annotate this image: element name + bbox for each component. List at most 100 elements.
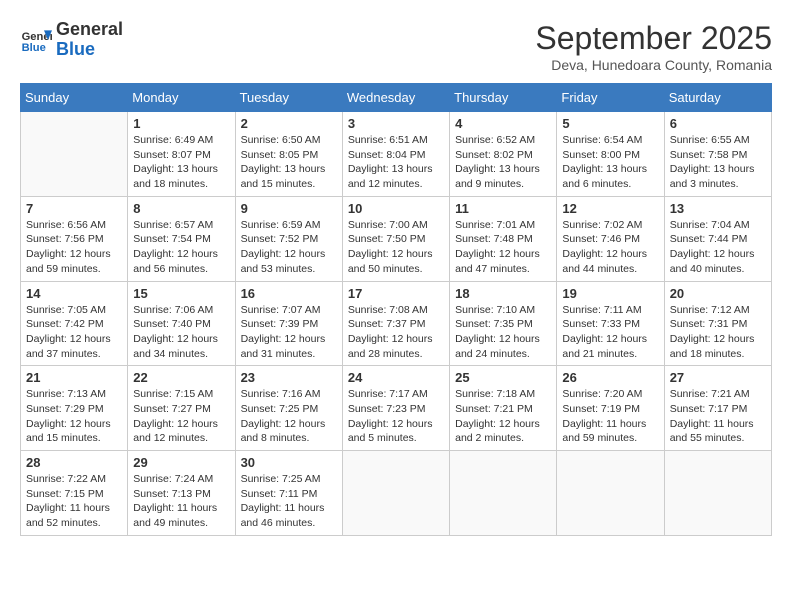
day-number: 22 (133, 370, 229, 385)
days-header-row: SundayMondayTuesdayWednesdayThursdayFrid… (21, 84, 772, 112)
day-info: Sunrise: 7:01 AM Sunset: 7:48 PM Dayligh… (455, 218, 551, 277)
calendar-cell: 30Sunrise: 7:25 AM Sunset: 7:11 PM Dayli… (235, 451, 342, 536)
calendar-cell (21, 112, 128, 197)
day-number: 24 (348, 370, 444, 385)
title-area: September 2025 Deva, Hunedoara County, R… (535, 20, 772, 73)
calendar-cell: 2Sunrise: 6:50 AM Sunset: 8:05 PM Daylig… (235, 112, 342, 197)
calendar-cell: 28 Sunrise: 7:22 AM Sunset: 7:15 PM Dayli… (21, 451, 128, 536)
day-info: Sunrise: 7:11 AM Sunset: 7:33 PM Dayligh… (562, 303, 658, 362)
day-number: 3 (348, 116, 444, 131)
day-info: Sunrise: 7:12 AM Sunset: 7:31 PM Dayligh… (670, 303, 766, 362)
calendar-cell (557, 451, 664, 536)
day-info: Sunrise: 6:51 AM Sunset: 8:04 PM Dayligh… (348, 133, 444, 192)
day-number: 11 (455, 201, 551, 216)
logo-text: General Blue (56, 20, 123, 60)
day-number: 26 (562, 370, 658, 385)
calendar-cell: 13 Sunrise: 7:04 AM Sunset: 7:44 PM Dayli… (664, 196, 771, 281)
day-info: Sunrise: 7:07 AM Sunset: 7:39 PM Dayligh… (241, 303, 337, 362)
day-number: 12 (562, 201, 658, 216)
calendar-cell: 20 Sunrise: 7:12 AM Sunset: 7:31 PM Dayli… (664, 281, 771, 366)
day-number: 21 (26, 370, 122, 385)
logo: General Blue General Blue (20, 20, 123, 60)
calendar-cell: 18 Sunrise: 7:10 AM Sunset: 7:35 PM Dayli… (450, 281, 557, 366)
day-number: 29 (133, 455, 229, 470)
month-title: September 2025 (535, 20, 772, 57)
calendar-cell: 23Sunrise: 7:16 AM Sunset: 7:25 PM Dayli… (235, 366, 342, 451)
calendar-cell: 27 Sunrise: 7:21 AM Sunset: 7:17 PM Dayli… (664, 366, 771, 451)
day-number: 25 (455, 370, 551, 385)
day-info: Sunrise: 7:06 AM Sunset: 7:40 PM Dayligh… (133, 303, 229, 362)
calendar-cell: 29Sunrise: 7:24 AM Sunset: 7:13 PM Dayli… (128, 451, 235, 536)
week-row-0: 1Sunrise: 6:49 AM Sunset: 8:07 PM Daylig… (21, 112, 772, 197)
header-wednesday: Wednesday (342, 84, 449, 112)
header-monday: Monday (128, 84, 235, 112)
day-info: Sunrise: 7:16 AM Sunset: 7:25 PM Dayligh… (241, 387, 337, 446)
day-number: 17 (348, 286, 444, 301)
day-info: Sunrise: 7:21 AM Sunset: 7:17 PM Dayligh… (670, 387, 766, 446)
day-number: 10 (348, 201, 444, 216)
week-row-4: 28 Sunrise: 7:22 AM Sunset: 7:15 PM Dayli… (21, 451, 772, 536)
day-number: 20 (670, 286, 766, 301)
location: Deva, Hunedoara County, Romania (535, 57, 772, 73)
calendar-cell: 12 Sunrise: 7:02 AM Sunset: 7:46 PM Dayli… (557, 196, 664, 281)
calendar-cell: 19 Sunrise: 7:11 AM Sunset: 7:33 PM Dayli… (557, 281, 664, 366)
day-info: Sunrise: 7:22 AM Sunset: 7:15 PM Dayligh… (26, 472, 122, 531)
header-sunday: Sunday (21, 84, 128, 112)
day-number: 16 (241, 286, 337, 301)
day-info: Sunrise: 6:55 AM Sunset: 7:58 PM Dayligh… (670, 133, 766, 192)
day-info: Sunrise: 6:52 AM Sunset: 8:02 PM Dayligh… (455, 133, 551, 192)
day-info: Sunrise: 7:15 AM Sunset: 7:27 PM Dayligh… (133, 387, 229, 446)
calendar-cell: 21Sunrise: 7:13 AM Sunset: 7:29 PM Dayli… (21, 366, 128, 451)
day-number: 13 (670, 201, 766, 216)
day-info: Sunrise: 7:04 AM Sunset: 7:44 PM Dayligh… (670, 218, 766, 277)
day-info: Sunrise: 6:57 AM Sunset: 7:54 PM Dayligh… (133, 218, 229, 277)
calendar-cell (342, 451, 449, 536)
day-number: 15 (133, 286, 229, 301)
calendar-cell: 3 Sunrise: 6:51 AM Sunset: 8:04 PM Daylig… (342, 112, 449, 197)
week-row-1: 7 Sunrise: 6:56 AM Sunset: 7:56 PM Daylig… (21, 196, 772, 281)
week-row-2: 14Sunrise: 7:05 AM Sunset: 7:42 PM Dayli… (21, 281, 772, 366)
day-number: 4 (455, 116, 551, 131)
calendar-cell: 5Sunrise: 6:54 AM Sunset: 8:00 PM Daylig… (557, 112, 664, 197)
day-info: Sunrise: 7:17 AM Sunset: 7:23 PM Dayligh… (348, 387, 444, 446)
day-info: Sunrise: 7:05 AM Sunset: 7:42 PM Dayligh… (26, 303, 122, 362)
calendar-cell: 11 Sunrise: 7:01 AM Sunset: 7:48 PM Dayli… (450, 196, 557, 281)
calendar-cell: 7 Sunrise: 6:56 AM Sunset: 7:56 PM Daylig… (21, 196, 128, 281)
calendar-cell: 17 Sunrise: 7:08 AM Sunset: 7:37 PM Dayli… (342, 281, 449, 366)
calendar-table: SundayMondayTuesdayWednesdayThursdayFrid… (20, 83, 772, 536)
calendar-cell: 22 Sunrise: 7:15 AM Sunset: 7:27 PM Dayli… (128, 366, 235, 451)
day-number: 19 (562, 286, 658, 301)
day-number: 9 (241, 201, 337, 216)
day-info: Sunrise: 6:56 AM Sunset: 7:56 PM Dayligh… (26, 218, 122, 277)
day-number: 7 (26, 201, 122, 216)
day-info: Sunrise: 7:00 AM Sunset: 7:50 PM Dayligh… (348, 218, 444, 277)
header-tuesday: Tuesday (235, 84, 342, 112)
day-number: 27 (670, 370, 766, 385)
calendar-cell (450, 451, 557, 536)
header-thursday: Thursday (450, 84, 557, 112)
day-info: Sunrise: 7:08 AM Sunset: 7:37 PM Dayligh… (348, 303, 444, 362)
day-info: Sunrise: 6:59 AM Sunset: 7:52 PM Dayligh… (241, 218, 337, 277)
day-info: Sunrise: 7:25 AM Sunset: 7:11 PM Dayligh… (241, 472, 337, 531)
svg-text:Blue: Blue (22, 42, 46, 54)
day-number: 1 (133, 116, 229, 131)
page-header: General Blue General Blue September 2025… (20, 20, 772, 73)
header-friday: Friday (557, 84, 664, 112)
day-number: 8 (133, 201, 229, 216)
calendar-cell: 15 Sunrise: 7:06 AM Sunset: 7:40 PM Dayli… (128, 281, 235, 366)
day-number: 6 (670, 116, 766, 131)
calendar-cell: 14Sunrise: 7:05 AM Sunset: 7:42 PM Dayli… (21, 281, 128, 366)
week-row-3: 21Sunrise: 7:13 AM Sunset: 7:29 PM Dayli… (21, 366, 772, 451)
day-info: Sunrise: 7:02 AM Sunset: 7:46 PM Dayligh… (562, 218, 658, 277)
calendar-cell: 9 Sunrise: 6:59 AM Sunset: 7:52 PM Daylig… (235, 196, 342, 281)
day-info: Sunrise: 7:10 AM Sunset: 7:35 PM Dayligh… (455, 303, 551, 362)
calendar-cell: 25Sunrise: 7:18 AM Sunset: 7:21 PM Dayli… (450, 366, 557, 451)
calendar-cell: 10 Sunrise: 7:00 AM Sunset: 7:50 PM Dayli… (342, 196, 449, 281)
calendar-cell: 4 Sunrise: 6:52 AM Sunset: 8:02 PM Daylig… (450, 112, 557, 197)
logo-icon: General Blue (20, 24, 52, 56)
day-number: 28 (26, 455, 122, 470)
day-number: 18 (455, 286, 551, 301)
calendar-cell: 6 Sunrise: 6:55 AM Sunset: 7:58 PM Daylig… (664, 112, 771, 197)
header-saturday: Saturday (664, 84, 771, 112)
calendar-cell: 26Sunrise: 7:20 AM Sunset: 7:19 PM Dayli… (557, 366, 664, 451)
